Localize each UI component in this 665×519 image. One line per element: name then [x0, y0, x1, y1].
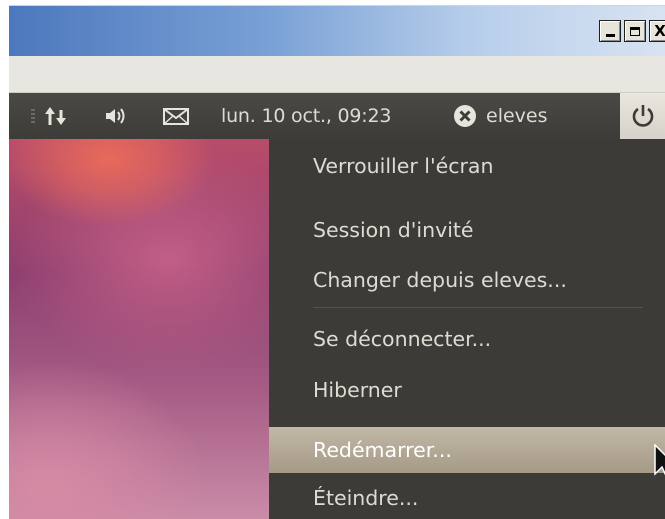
network-indicator[interactable]: [43, 93, 69, 139]
panel-user-name[interactable]: eleves: [486, 93, 548, 139]
menu-item-label: Se déconnecter...: [313, 327, 492, 351]
close-button[interactable]: X: [649, 20, 665, 42]
session-menu: Verrouiller l'écran Session d'invité Cha…: [269, 139, 665, 519]
mouse-pointer-icon: [654, 444, 665, 476]
maximize-button[interactable]: [624, 20, 646, 42]
window-menubar: [9, 56, 665, 93]
minimize-icon: [605, 34, 615, 37]
panel-clock[interactable]: lun. 10 oct., 09:23: [221, 93, 391, 139]
panel-grip: [31, 109, 35, 123]
volume-indicator[interactable]: [103, 93, 131, 139]
menu-item-label: Hiberner: [313, 378, 402, 402]
menu-item-guest-session[interactable]: Session d'invité: [269, 207, 665, 253]
session-menu-button[interactable]: [620, 93, 665, 139]
menu-item-label: Éteindre...: [313, 486, 419, 510]
menu-item-label: Session d'invité: [313, 218, 474, 242]
network-updown-icon: [45, 107, 66, 125]
desktop-wallpaper: [9, 139, 269, 519]
messaging-indicator[interactable]: [161, 93, 191, 139]
volume-icon: [106, 108, 125, 124]
user-status-icon: [454, 105, 476, 127]
close-icon: X: [654, 22, 665, 40]
menu-item-label: Redémarrer...: [313, 438, 452, 462]
window-titlebar[interactable]: X: [9, 5, 665, 56]
power-icon: [632, 105, 653, 127]
menu-item-log-out[interactable]: Se déconnecter...: [269, 316, 665, 362]
top-panel: lun. 10 oct., 09:23 eleves: [9, 93, 665, 139]
screen: X lun. 10 oct., 09:23 eleves Verrouiller…: [0, 0, 665, 519]
menu-item-hibernate[interactable]: Hiberner: [269, 367, 665, 413]
menu-item-shut-down[interactable]: Éteindre...: [269, 475, 665, 519]
window-controls: X: [599, 20, 665, 42]
minimize-button[interactable]: [599, 20, 621, 42]
menu-separator: [313, 307, 643, 308]
maximize-icon: [630, 26, 640, 36]
menu-item-restart[interactable]: Redémarrer...: [269, 427, 665, 473]
menu-item-label: Verrouiller l'écran: [313, 154, 494, 178]
menu-item-label: Changer depuis eleves...: [313, 268, 567, 292]
user-status-indicator[interactable]: [452, 93, 478, 139]
menu-item-switch-user[interactable]: Changer depuis eleves...: [269, 257, 665, 303]
mail-envelope-icon: [163, 108, 189, 125]
menu-item-lock-screen[interactable]: Verrouiller l'écran: [269, 143, 665, 189]
